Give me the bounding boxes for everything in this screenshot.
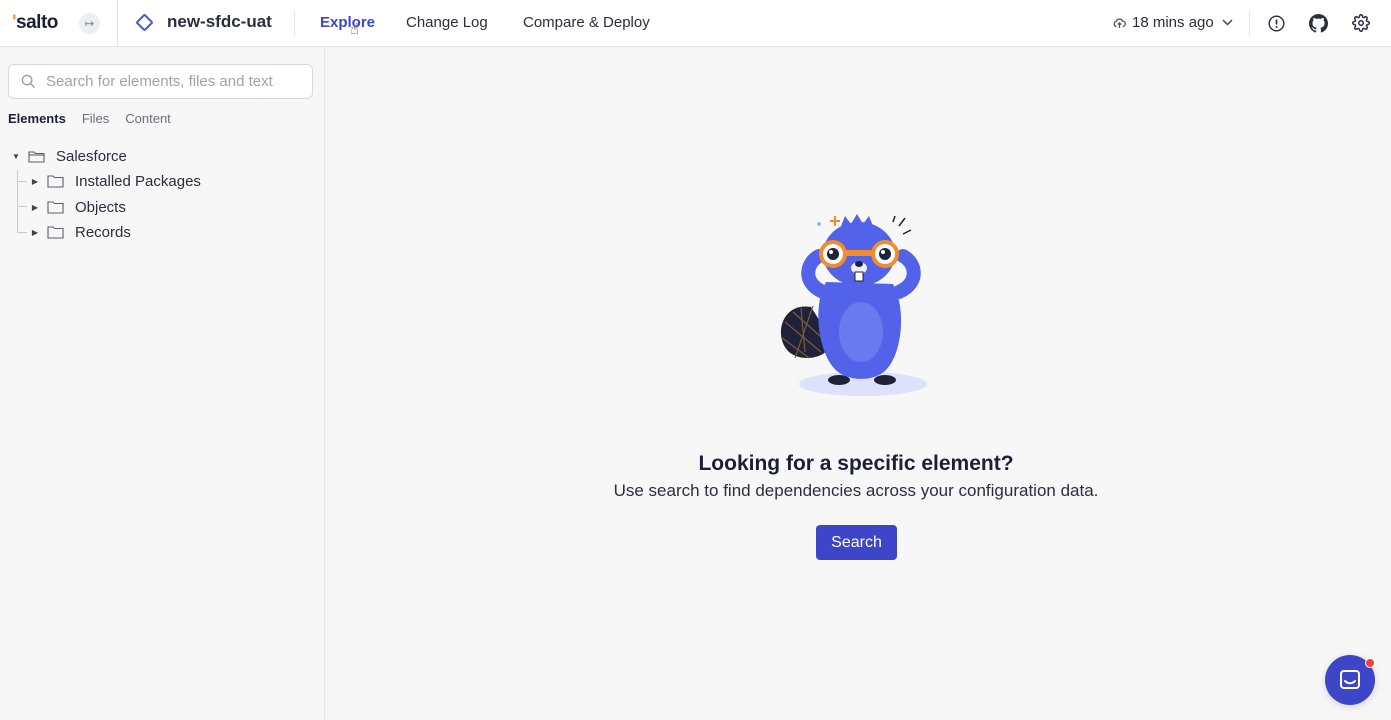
cloud-sync-icon [1113, 17, 1126, 28]
header-divider [117, 0, 118, 47]
gear-icon[interactable] [1351, 13, 1371, 33]
folder-icon [28, 150, 45, 163]
caret-right-icon[interactable]: ▶ [29, 203, 41, 212]
caret-down-icon[interactable]: ▼ [10, 152, 22, 161]
search-button[interactable]: Search [816, 525, 897, 560]
environment-name: new-sfdc-uat [167, 12, 272, 31]
caret-right-icon[interactable]: ▶ [29, 177, 41, 186]
sidebar-tabs: Elements Files Content [8, 111, 187, 126]
tree-guide-branch [17, 232, 27, 233]
search-input[interactable] [46, 73, 296, 90]
tree-item-salesforce[interactable]: ▼ Salesforce [10, 145, 127, 167]
sync-status-dropdown[interactable]: 18 mins ago [1113, 14, 1233, 31]
sidebar-search[interactable] [8, 64, 313, 99]
mouse-pointer-icon: ☝ [350, 21, 360, 38]
collapse-sidebar-button[interactable]: ↦ [79, 13, 100, 34]
nav-compare-deploy[interactable]: Compare & Deploy [523, 14, 650, 31]
github-icon[interactable] [1308, 13, 1328, 33]
environment-selector[interactable]: new-sfdc-uat [135, 12, 272, 32]
tree-item-label: Installed Packages [75, 172, 201, 190]
folder-icon [47, 200, 64, 214]
tab-elements[interactable]: Elements [8, 111, 66, 126]
tab-files[interactable]: Files [82, 111, 109, 126]
empty-state-subtitle: Use search to find dependencies across y… [613, 481, 1099, 500]
tree-item-label: Objects [75, 198, 126, 216]
header-divider-right [1249, 11, 1250, 36]
caret-right-icon[interactable]: ▶ [29, 228, 41, 237]
chat-icon [1340, 670, 1360, 689]
search-icon [21, 74, 36, 89]
nav-explore[interactable]: Explore [320, 14, 375, 31]
folder-icon [47, 174, 64, 188]
tab-content[interactable]: Content [125, 111, 171, 126]
logo-text: salto [16, 12, 58, 33]
tree-item-records[interactable]: ▶ Records [29, 221, 131, 243]
beaver-mascot-illustration [780, 214, 927, 396]
tree-guide-branch [17, 181, 27, 182]
notification-dot [1365, 658, 1375, 668]
sync-time-label: 18 mins ago [1132, 14, 1214, 31]
salto-logo[interactable]: 'salto [12, 12, 58, 34]
tree-guide-branch [17, 206, 27, 207]
nav-divider [294, 11, 295, 36]
nav-change-log[interactable]: Change Log [406, 14, 488, 31]
info-icon[interactable] [1266, 13, 1286, 33]
empty-state-title: Looking for a specific element? [698, 452, 1014, 475]
collapse-icon: ↦ [84, 18, 95, 30]
chevron-down-icon [1222, 19, 1233, 26]
top-bar: 'salto ↦ new-sfdc-uat Explore Change Log… [0, 0, 1391, 47]
folder-icon [47, 225, 64, 239]
tree-item-label: Records [75, 223, 131, 241]
tree-item-installed-packages[interactable]: ▶ Installed Packages [29, 170, 201, 192]
tree-item-objects[interactable]: ▶ Objects [29, 196, 126, 218]
environment-icon [135, 13, 154, 32]
tree-item-label: Salesforce [56, 147, 127, 165]
tree-guide-line [17, 170, 18, 233]
